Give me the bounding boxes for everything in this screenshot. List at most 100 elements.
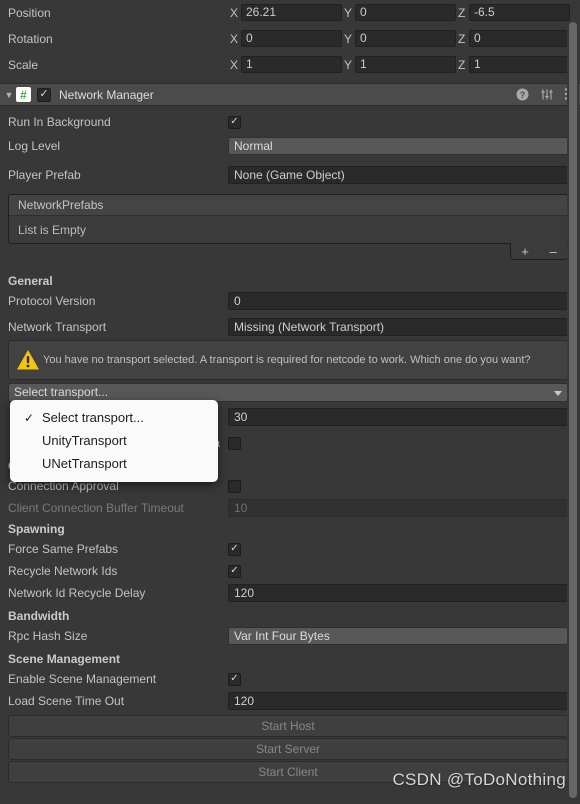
remove-item-button[interactable]: – xyxy=(549,245,556,258)
player-prefab-label: Player Prefab xyxy=(8,168,81,182)
warning-text: You have no transport selected. A transp… xyxy=(43,354,531,366)
row-network-id-recycle-delay: Network Id Recycle Delay 120 xyxy=(0,583,580,603)
client-connection-buffer-timeout-label: Client Connection Buffer Timeout xyxy=(8,501,184,515)
network-prefabs-list-header[interactable]: NetworkPrefabs xyxy=(9,195,567,216)
section-spawning: Spawning xyxy=(8,521,65,536)
rotation-x-input[interactable]: 0 xyxy=(241,30,342,47)
menu-item-unity-transport[interactable]: UnityTransport xyxy=(10,429,218,452)
vector-component-y: Y 0 xyxy=(342,4,456,21)
scrollbar-thumb[interactable] xyxy=(569,22,577,798)
component-header-icons: ? xyxy=(516,84,568,107)
network-id-recycle-delay-input[interactable]: 120 xyxy=(228,584,568,602)
help-icon[interactable]: ? xyxy=(516,88,529,104)
vector3-field: X 26.21 Y 0 Z -6.5 xyxy=(228,4,580,21)
position-y-input[interactable]: 0 xyxy=(355,4,456,21)
row-log-level: Log Level Normal xyxy=(0,136,580,156)
component-enabled-checkbox[interactable]: ✓ xyxy=(37,87,51,102)
transform-row-position: Position X 26.21 Y 0 Z -6.5 xyxy=(0,2,580,23)
network-prefabs-list-empty: List is Empty xyxy=(9,216,567,243)
start-server-button[interactable]: Start Server xyxy=(8,738,568,760)
player-prefab-object-field[interactable]: None (Game Object) xyxy=(228,166,568,184)
row-player-prefab: Player Prefab None (Game Object) xyxy=(0,165,580,185)
rotation-y-input[interactable]: 0 xyxy=(355,30,456,47)
network-transport-field-wrap: Missing (Network Transport) xyxy=(228,318,580,336)
axis-label-z: Z xyxy=(458,31,466,46)
row-label: Scale xyxy=(8,57,39,72)
list-buttons: + – xyxy=(510,243,568,260)
network-variable-safety-checkbox[interactable] xyxy=(228,436,241,450)
axis-label-y: Y xyxy=(344,31,353,46)
vector-component-y: Y 1 xyxy=(342,56,456,73)
transport-warning-helpbox: You have no transport selected. A transp… xyxy=(8,340,568,380)
transport-dropdown-menu[interactable]: ✓ Select transport... UnityTransport UNe… xyxy=(10,400,218,482)
network-transport-object-field[interactable]: Missing (Network Transport) xyxy=(228,318,568,336)
row-force-same-prefabs: Force Same Prefabs ✓ xyxy=(0,539,580,559)
vector-component-y: Y 0 xyxy=(342,30,456,47)
network-transport-label: Network Transport xyxy=(8,320,107,334)
menu-item-label: UnityTransport xyxy=(42,433,127,448)
section-bandwidth: Bandwidth xyxy=(8,608,70,623)
add-item-button[interactable]: + xyxy=(521,245,529,258)
connection-approval-checkbox[interactable] xyxy=(228,479,241,493)
vector-component-z: Z -6.5 xyxy=(456,4,570,21)
scale-z-input[interactable]: 1 xyxy=(469,56,570,73)
chevron-down-icon xyxy=(554,390,562,396)
checkmark-icon: ✓ xyxy=(23,410,35,425)
rpc-hash-size-label: Rpc Hash Size xyxy=(8,629,88,643)
axis-label-x: X xyxy=(230,57,239,72)
rpc-hash-size-dropdown[interactable]: Var Int Four Bytes xyxy=(228,627,568,645)
watermark-text: CSDN @ToDoNothing xyxy=(392,770,566,789)
network-id-recycle-delay-label: Network Id Recycle Delay xyxy=(8,586,146,600)
enable-scene-management-checkbox[interactable]: ✓ xyxy=(228,672,241,686)
recycle-network-ids-label: Recycle Network Ids xyxy=(8,564,118,578)
position-z-input[interactable]: -6.5 xyxy=(469,4,570,21)
vector-component-x: X 1 xyxy=(228,56,342,73)
row-load-scene-time-out: Load Scene Time Out 120 xyxy=(0,691,580,711)
position-x-input[interactable]: 26.21 xyxy=(241,4,342,21)
tick-rate-field-wrap: 30 xyxy=(228,408,580,426)
scale-y-input[interactable]: 1 xyxy=(355,56,456,73)
row-protocol-version: Protocol Version 0 xyxy=(0,291,580,311)
select-transport-value: Select transport... xyxy=(14,385,109,399)
menu-item-select-transport[interactable]: ✓ Select transport... xyxy=(10,406,218,429)
row-client-connection-buffer-timeout: Client Connection Buffer Timeout 10 xyxy=(0,498,580,518)
network-prefabs-list-footer: + – xyxy=(0,243,568,260)
network-id-recycle-delay-field-wrap: 120 xyxy=(228,584,580,602)
menu-item-label: UNetTransport xyxy=(42,456,127,471)
row-run-in-background: Run In Background ✓ xyxy=(0,112,580,132)
transform-row-scale: Scale X 1 Y 1 Z 1 xyxy=(0,54,580,75)
section-general: General xyxy=(8,273,53,288)
protocol-version-input[interactable]: 0 xyxy=(228,292,568,310)
force-same-prefabs-label: Force Same Prefabs xyxy=(8,542,119,556)
enable-scene-management-label: Enable Scene Management xyxy=(8,672,157,686)
foldout-arrow-icon[interactable]: ▼ xyxy=(2,90,16,100)
row-enable-scene-management: Enable Scene Management ✓ xyxy=(0,669,580,689)
axis-label-y: Y xyxy=(344,57,353,72)
client-connection-buffer-timeout-field-wrap: 10 xyxy=(228,499,580,517)
tick-rate-input[interactable]: 30 xyxy=(228,408,568,426)
run-in-background-checkbox[interactable]: ✓ xyxy=(228,115,241,129)
svg-text:?: ? xyxy=(520,90,526,100)
scale-x-input[interactable]: 1 xyxy=(241,56,342,73)
menu-item-unet-transport[interactable]: UNetTransport xyxy=(10,452,218,475)
load-scene-time-out-input[interactable]: 120 xyxy=(228,692,568,710)
log-level-field-wrap: Normal xyxy=(228,137,580,155)
axis-label-x: X xyxy=(230,31,239,46)
start-host-button[interactable]: Start Host xyxy=(8,715,568,737)
force-same-prefabs-checkbox[interactable]: ✓ xyxy=(228,542,241,556)
network-manager-component-header[interactable]: ▼ # ✓ Network Manager ? xyxy=(0,83,580,106)
recycle-network-ids-checkbox[interactable]: ✓ xyxy=(228,564,241,578)
transform-row-rotation: Rotation X 0 Y 0 Z 0 xyxy=(0,28,580,49)
log-level-dropdown[interactable]: Normal xyxy=(228,137,568,155)
unity-inspector-panel: Position X 26.21 Y 0 Z -6.5 Rotation X 0… xyxy=(0,2,580,804)
rotation-z-input[interactable]: 0 xyxy=(469,30,570,47)
rpc-hash-size-field-wrap: Var Int Four Bytes xyxy=(228,627,580,645)
preset-icon[interactable] xyxy=(540,88,553,104)
vector-component-z: Z 1 xyxy=(456,56,570,73)
vector-component-z: Z 0 xyxy=(456,30,570,47)
client-connection-buffer-timeout-input: 10 xyxy=(228,499,568,517)
axis-label-x: X xyxy=(230,5,239,20)
row-rpc-hash-size: Rpc Hash Size Var Int Four Bytes xyxy=(0,626,580,646)
vertical-scrollbar[interactable] xyxy=(567,22,579,802)
row-label: Position xyxy=(8,5,51,20)
